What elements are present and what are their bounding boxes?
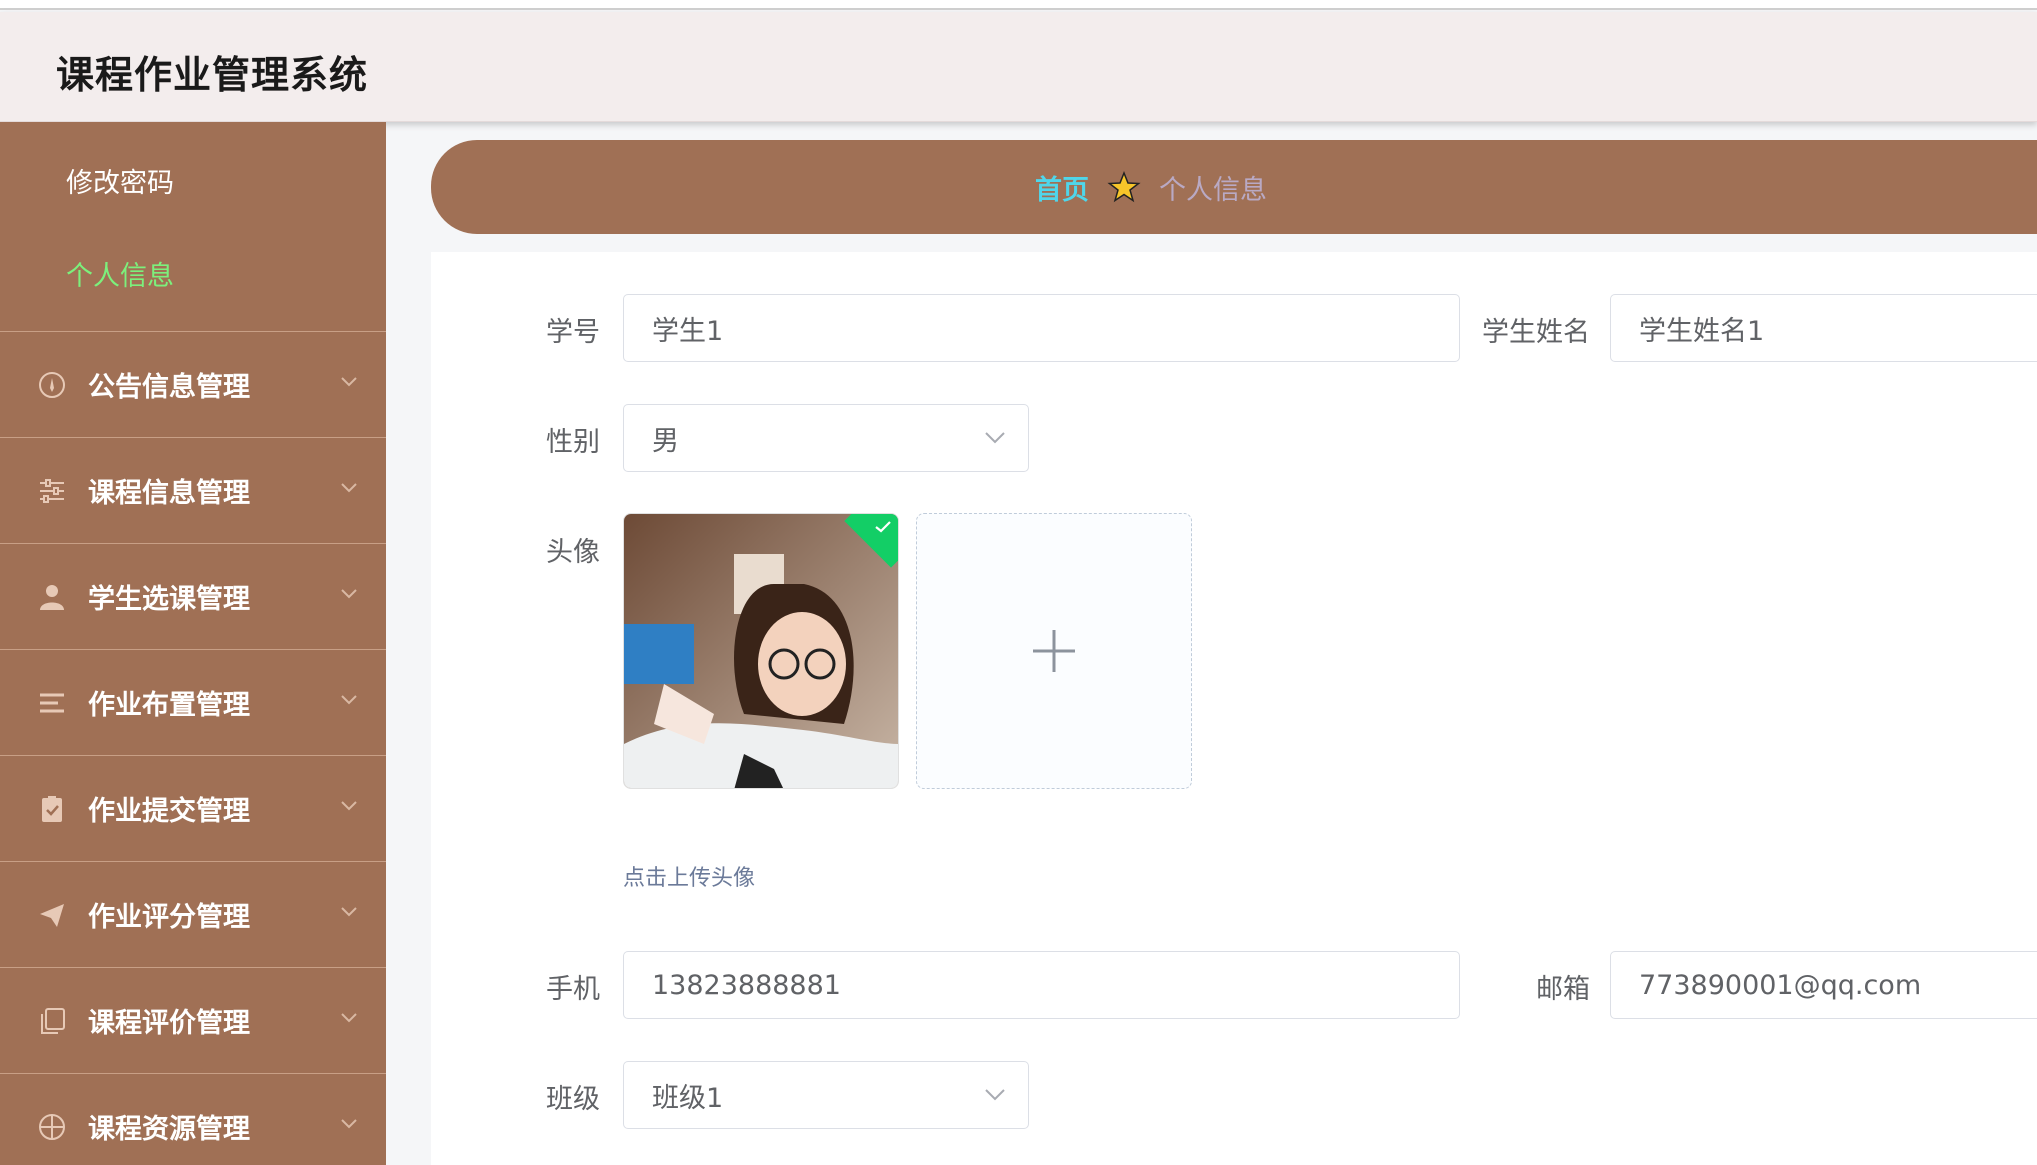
student-no-label: 学号 <box>546 317 600 348</box>
breadcrumb: 首页 个人信息 <box>431 140 2037 234</box>
sidebar-menu-courses[interactable]: 课程信息管理 <box>0 438 386 544</box>
email-input[interactable]: 773890001@qq.com <box>1610 951 2037 1019</box>
chevron-down-icon <box>341 1119 357 1129</box>
check-icon <box>875 521 891 533</box>
sidebar-menu-course-selection[interactable]: 学生选课管理 <box>0 544 386 650</box>
gender-select[interactable]: 男 <box>623 404 1029 472</box>
email-label: 邮箱 <box>1536 974 1590 1005</box>
clipboard-check-icon <box>36 793 68 825</box>
chevron-down-icon <box>341 1013 357 1023</box>
student-name-label: 学生姓名 <box>1482 317 1590 348</box>
gender-select-value: 男 <box>652 425 679 457</box>
class-select-value: 班级1 <box>652 1082 724 1114</box>
copy-icon <box>36 1005 68 1037</box>
student-name-input[interactable]: 学生姓名1 <box>1610 294 2037 362</box>
chevron-down-icon <box>341 695 357 705</box>
sliders-icon <box>36 475 68 507</box>
sidebar-menu-label: 学生选课管理 <box>88 584 250 615</box>
compass-icon <box>36 1111 68 1143</box>
sidebar-menu-assignment-publish[interactable]: 作业布置管理 <box>0 650 386 756</box>
star-icon <box>1107 170 1141 203</box>
app-root: 课程作业管理系统 修改密码 个人信息 公告信息管理 课程信息管理 学生选课管理 <box>0 0 2037 1165</box>
class-select[interactable]: 班级1 <box>623 1061 1029 1129</box>
sidebar-menu-label: 作业布置管理 <box>88 690 250 721</box>
chevron-down-icon <box>985 1089 1005 1101</box>
breadcrumb-home-link[interactable]: 首页 <box>1035 168 1089 207</box>
sidebar-menu-course-evaluation[interactable]: 课程评价管理 <box>0 968 386 1074</box>
sidebar-menu-label: 作业提交管理 <box>88 796 250 827</box>
avatar-photo <box>624 514 898 788</box>
list-icon <box>36 687 68 719</box>
info-circle-icon <box>36 369 68 401</box>
app-title: 课程作业管理系统 <box>56 53 369 97</box>
gender-label: 性别 <box>546 427 600 458</box>
sidebar-menu-assignment-submit[interactable]: 作业提交管理 <box>0 756 386 862</box>
paper-plane-icon <box>36 899 68 931</box>
sidebar-submenu: 修改密码 个人信息 <box>0 122 386 332</box>
user-icon <box>36 581 68 613</box>
phone-input[interactable]: 13823888881 <box>623 951 1460 1019</box>
chevron-down-icon <box>341 907 357 917</box>
avatar-upload-button[interactable] <box>916 513 1192 789</box>
chevron-down-icon <box>341 377 357 387</box>
avatar-upload-tip: 点击上传头像 <box>623 866 756 891</box>
chevron-down-icon <box>341 801 357 811</box>
avatar-label: 头像 <box>546 537 600 568</box>
chevron-down-icon <box>341 589 357 599</box>
class-label: 班级 <box>546 1084 600 1115</box>
breadcrumb-current: 个人信息 <box>1159 174 1267 206</box>
sidebar-menu-label: 公告信息管理 <box>88 372 250 403</box>
chevron-down-icon <box>341 483 357 493</box>
top-header: 课程作业管理系统 <box>0 12 2037 122</box>
avatar-image[interactable] <box>623 513 899 789</box>
student-no-input[interactable]: 学生1 <box>623 294 1460 362</box>
sidebar-item-change-password[interactable]: 修改密码 <box>0 134 386 227</box>
sidebar-menu-assignment-grading[interactable]: 作业评分管理 <box>0 862 386 968</box>
sidebar-menu-label: 作业评分管理 <box>88 902 250 933</box>
sidebar-menu-label: 课程资源管理 <box>88 1114 250 1145</box>
browser-top-line <box>0 0 2037 10</box>
phone-label: 手机 <box>546 974 600 1005</box>
sidebar-menu-announcements[interactable]: 公告信息管理 <box>0 332 386 438</box>
plus-icon <box>1033 630 1075 672</box>
sidebar-menu-label: 课程评价管理 <box>88 1008 250 1039</box>
sidebar-menu-label: 课程信息管理 <box>88 478 250 509</box>
sidebar-menu-course-resources[interactable]: 课程资源管理 <box>0 1074 386 1165</box>
sidebar: 修改密码 个人信息 公告信息管理 课程信息管理 学生选课管理 作业布置管理 作业… <box>0 122 386 1165</box>
sidebar-item-personal-info[interactable]: 个人信息 <box>0 227 386 320</box>
chevron-down-icon <box>985 432 1005 444</box>
